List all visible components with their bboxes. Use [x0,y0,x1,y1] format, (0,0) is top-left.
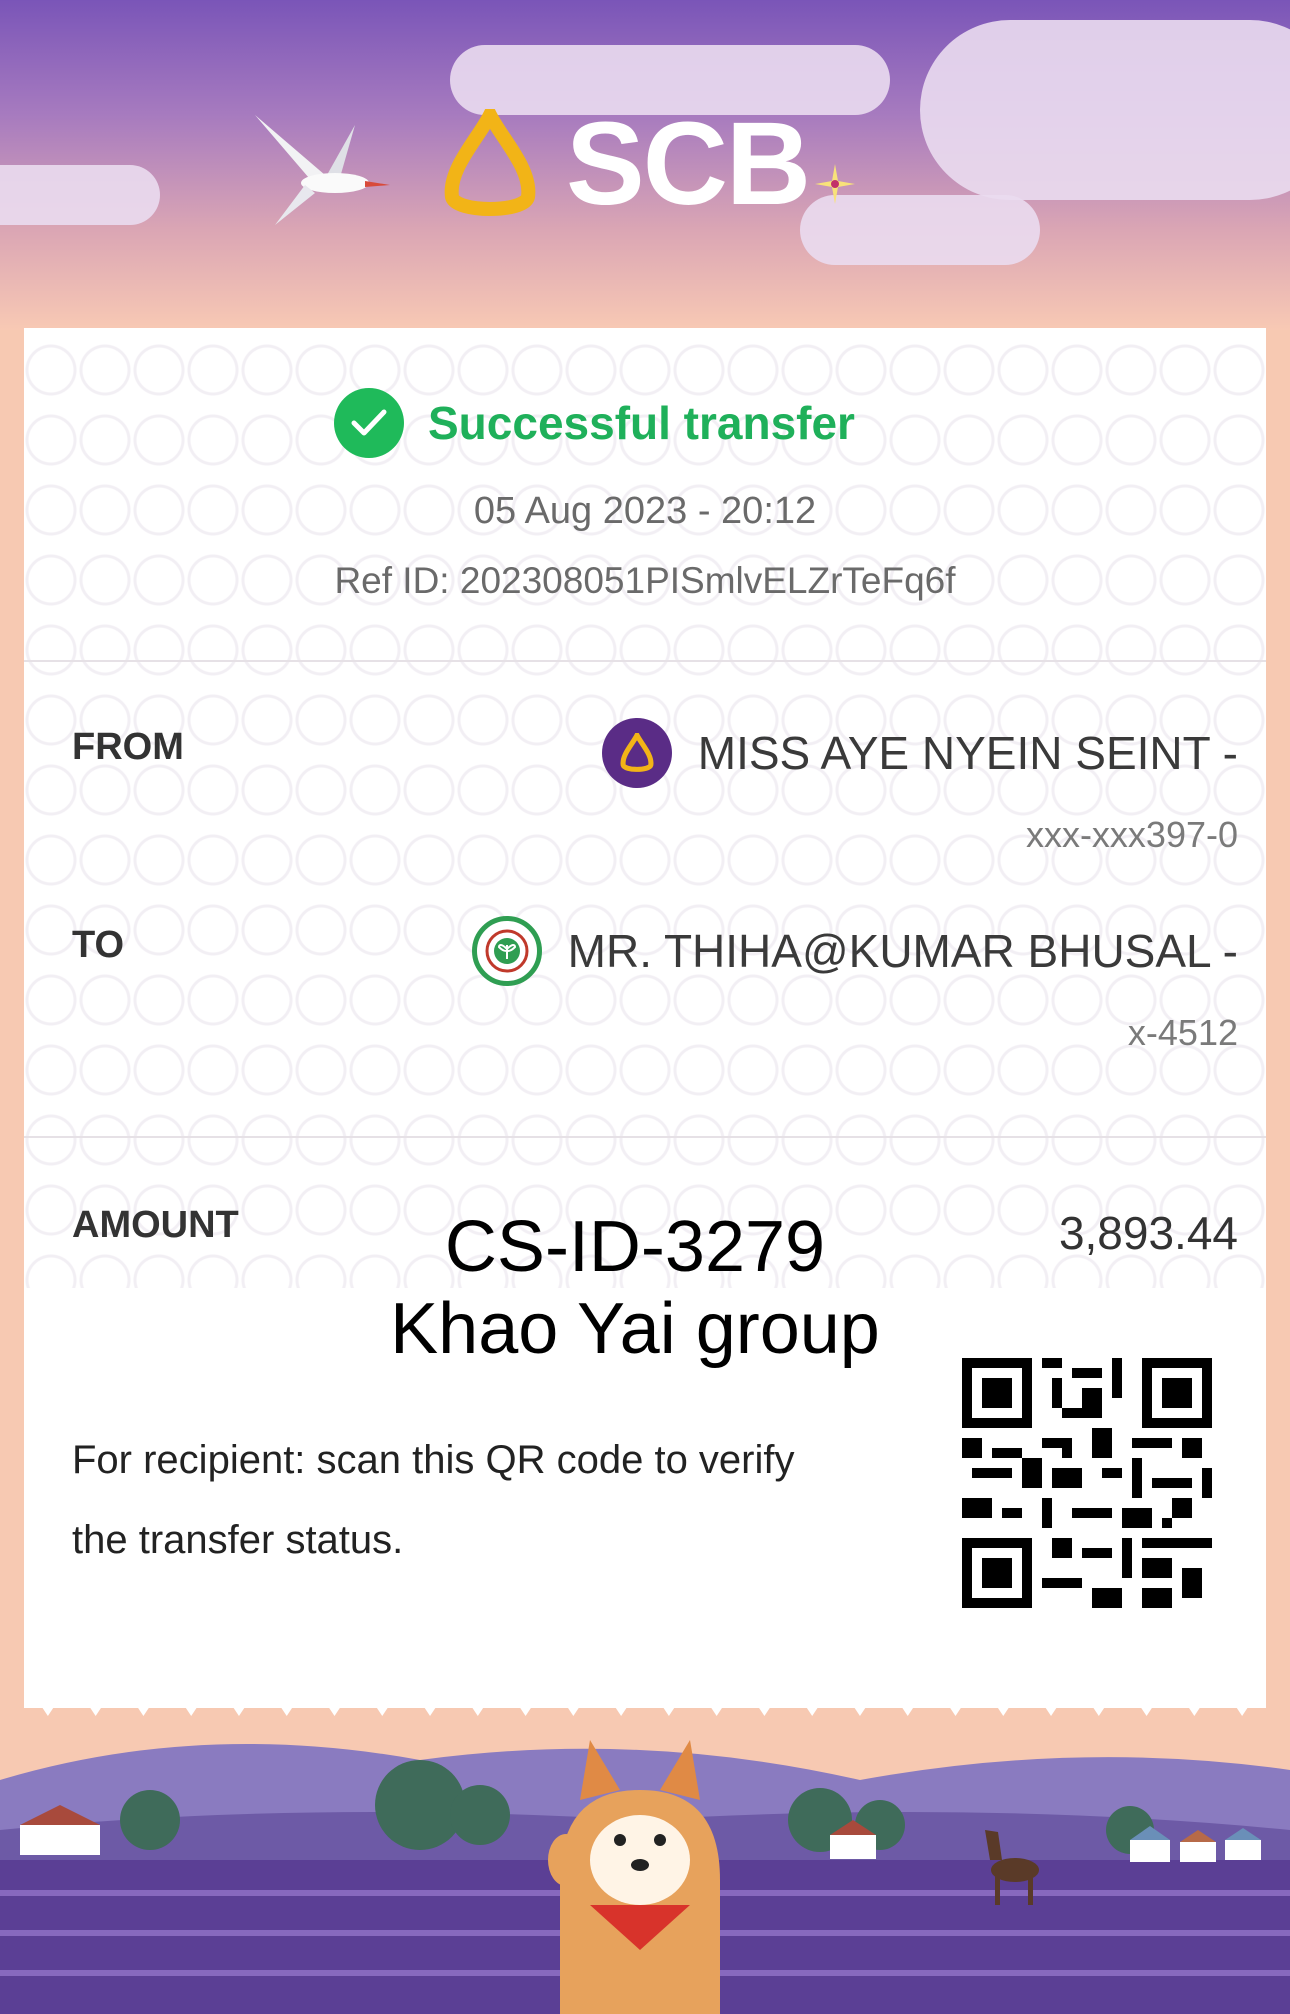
reference-id: Ref ID: 202308051PISmlvELZrTeFq6f [334,560,956,601]
to-party: MR. THIHA@KUMAR BHUSAL - [471,916,1238,986]
divider [24,660,1266,662]
receipt-card: Successful transfer 05 Aug 2023 - 20:12 … [24,328,1266,1708]
to-name: MR. THIHA@KUMAR BHUSAL - [567,925,1238,977]
tern-bird-icon [255,115,390,225]
overlay-id-text: CS-ID-3279 [444,1207,826,1287]
transfer-datetime: 05 Aug 2023 - 20:12 [473,490,817,532]
cloud [0,165,160,225]
card-pattern [24,328,1266,1288]
to-account: x-4512 [1127,1012,1238,1053]
from-name: MISS AYE NYEIN SEINT - [697,727,1238,779]
to-label: TO [72,924,125,966]
brand-name: SCB [566,98,811,230]
receipt-zigzag-edge [24,1680,1266,1716]
scb-bank-icon [601,718,672,788]
scb-logo-icon [444,109,536,216]
success-check-icon [334,388,404,458]
lavender-field-scene [0,1740,1290,2014]
qr-instruction: For recipient: scan this QR code to veri… [72,1438,795,1562]
header-sky: SCB [0,0,1290,330]
from-label: FROM [72,726,184,768]
from-account: xxx-xxx397-0 [1025,814,1238,855]
divider [24,1136,1266,1138]
sparkle-icon [815,164,856,204]
from-party: MISS AYE NYEIN SEINT - [601,718,1238,788]
scb-logo: SCB [440,98,856,230]
kbank-icon [471,916,542,986]
status-title: Successful transfer [428,397,855,449]
cloud [920,20,1290,200]
status-row: Successful transfer [334,388,855,458]
transfer-slip: SCB Successful transfer 05 Aug 2023 - 20… [0,0,1290,2014]
verification-qr-code[interactable] [962,1358,1212,1608]
